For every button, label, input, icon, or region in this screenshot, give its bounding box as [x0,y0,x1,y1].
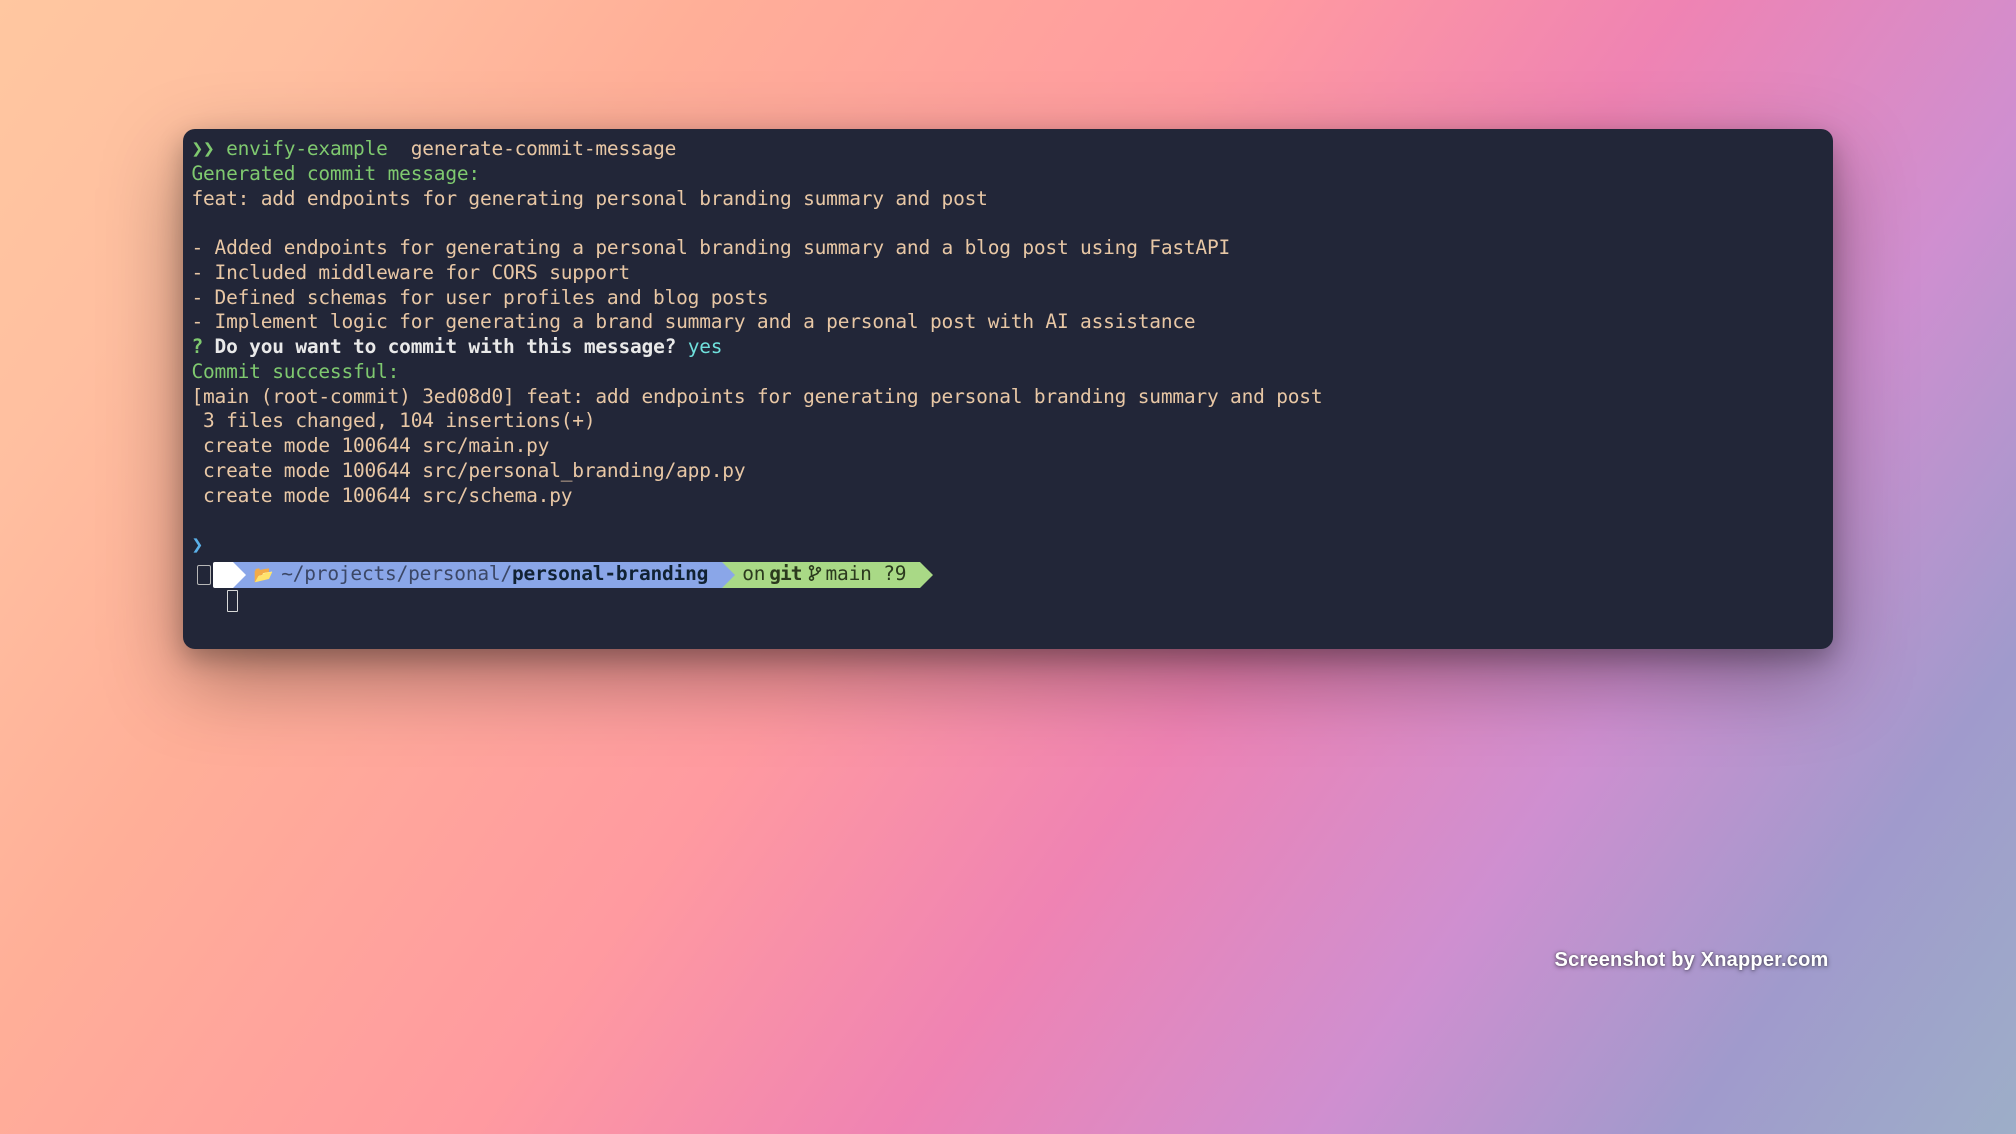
text-cursor-icon [227,590,238,612]
cursor-line[interactable] [227,590,1824,619]
folder-icon: 📂 [253,565,273,585]
commit-title: feat: add endpoints for generating perso… [191,187,1824,212]
path-prefix: ~/projects/personal/ [281,562,512,587]
commit-output-line: create mode 100644 src/schema.py [191,484,1824,509]
confirm-prompt: ? Do you want to commit with this messag… [191,335,1824,360]
prompt-return-marker: ❯ [191,533,1824,558]
command-name: generate-commit-message [411,137,676,160]
commit-bullet: - Added endpoints for generating a perso… [191,236,1824,261]
commit-bullet: - Implement logic for generating a brand… [191,310,1824,335]
git-on-text: on [742,562,765,587]
command-line: ❯❯ envify-example generate-commit-messag… [191,137,1824,162]
prompt-delimiter: ❯ [203,137,215,160]
prompt-chevron-icon: ❯ [191,137,203,162]
confirm-question: Do you want to commit with this message? [215,335,677,358]
tool-name: envify-example [226,137,388,160]
commit-output-line: create mode 100644 src/personal_branding… [191,459,1824,484]
git-dirty-indicator: ?9 [883,562,906,587]
shell-prompt[interactable]: 📂 ~/projects/personal/personal-branding o… [191,562,1824,588]
commit-bullet: - Defined schemas for user profiles and … [191,286,1824,311]
question-mark-icon: ? [191,335,203,358]
branch-icon [808,564,822,587]
terminal-window[interactable]: ❯❯ envify-example generate-commit-messag… [183,129,1832,649]
blank-line [191,508,1824,533]
git-branch-name: main [826,562,872,587]
commit-output-line: 3 files changed, 104 insertions(+) [191,409,1824,434]
path-segment: 📂 ~/projects/personal/personal-branding [233,562,722,588]
selection-box-icon [197,565,211,585]
chevron-right-icon: ❯ [191,533,203,558]
commit-output-line: [main (root-commit) 3ed08d0] feat: add e… [191,385,1824,410]
generated-header: Generated commit message: [191,162,1824,187]
commit-output-line: create mode 100644 src/main.py [191,434,1824,459]
path-current: personal-branding [512,562,708,587]
success-header: Commit successful: [191,360,1824,385]
commit-bullet: - Included middleware for CORS support [191,261,1824,286]
git-segment: on git main ?9 [722,562,920,588]
os-segment [213,562,233,588]
git-label: git [769,562,801,587]
blank-line [191,211,1824,236]
watermark-text: Screenshot by Xnapper.com [1555,949,1829,972]
confirm-answer: yes [688,335,723,358]
